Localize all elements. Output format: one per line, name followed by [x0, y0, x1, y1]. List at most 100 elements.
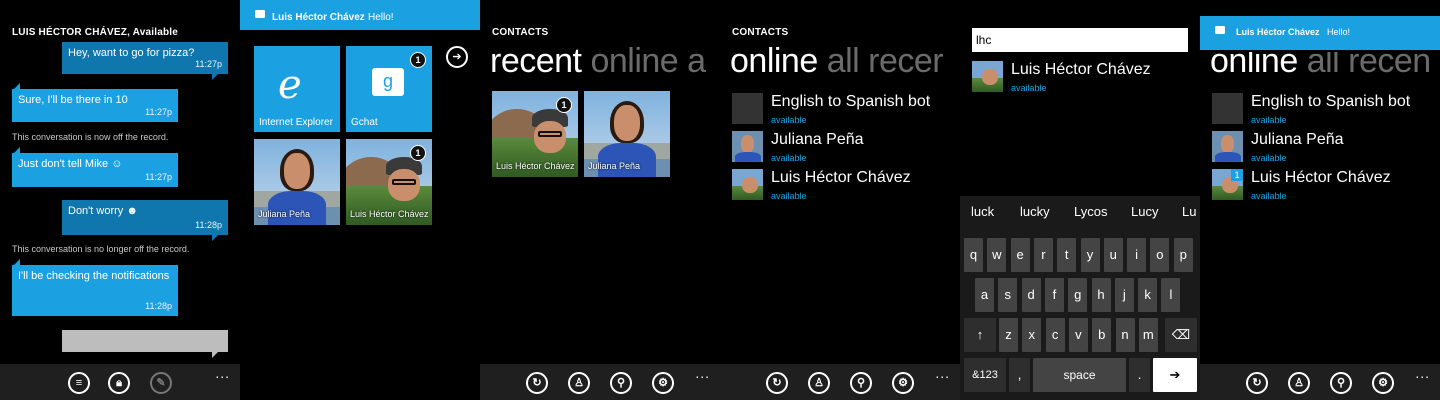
contact-item[interactable]: 1 Luis Héctor Chávez available — [1212, 169, 1440, 203]
key-o[interactable]: o — [1150, 238, 1170, 272]
enter-key[interactable]: ➔ — [1153, 358, 1197, 392]
search-icon[interactable]: ⚲ — [850, 372, 872, 394]
avatar — [1212, 131, 1243, 162]
suggestion[interactable]: Lycos — [1074, 204, 1107, 219]
lock-icon[interactable]: 🔒︎ — [108, 372, 130, 394]
key-z[interactable]: z — [999, 318, 1018, 352]
suggestion[interactable]: luck — [971, 204, 994, 219]
recent-tile-juliana[interactable]: Juliana Peña — [584, 91, 670, 177]
app-bar: ≡ 🔒︎ ✎ ... — [0, 364, 240, 400]
tile-luis-hector-chavez[interactable]: 1 Luis Héctor Chávez — [346, 139, 432, 225]
toast-sender: Luis Héctor Chávez — [1236, 27, 1320, 37]
gchat-icon: g — [372, 68, 404, 96]
contact-name: Luis Héctor Chávez — [1011, 61, 1151, 78]
refresh-icon[interactable]: ↻ — [766, 372, 788, 394]
settings-icon[interactable]: ⚙ — [1372, 372, 1394, 394]
contact-item[interactable]: English to Spanish bot available — [1212, 93, 1440, 127]
avatar — [732, 131, 763, 162]
contact-name: English to Spanish bot — [771, 93, 931, 110]
tile-juliana-pena[interactable]: Juliana Peña — [254, 139, 340, 225]
key-e[interactable]: e — [1010, 238, 1030, 272]
contact-status: available — [771, 153, 807, 163]
key-c[interactable]: c — [1045, 318, 1065, 352]
key-w[interactable]: w — [987, 238, 1007, 272]
period-key[interactable]: . — [1129, 358, 1150, 392]
avatar: 1 — [1212, 169, 1243, 200]
search-input[interactable]: lhc — [972, 28, 1188, 52]
add-contact-icon[interactable]: ♙ — [568, 372, 590, 394]
refresh-icon[interactable]: ↻ — [1246, 372, 1268, 394]
message-input[interactable] — [62, 330, 228, 352]
pivot-header: online all recer — [730, 42, 944, 81]
contact-item[interactable]: Juliana Peña available — [732, 131, 960, 165]
key-m[interactable]: m — [1138, 318, 1158, 352]
pin-icon[interactable]: ✎ — [150, 372, 172, 394]
symbols-key[interactable]: &123 — [964, 358, 1006, 392]
key-l[interactable]: l — [1161, 278, 1181, 312]
key-y[interactable]: y — [1080, 238, 1100, 272]
tile-internet-explorer[interactable]: e Internet Explorer — [254, 46, 340, 132]
key-k[interactable]: k — [1138, 278, 1158, 312]
key-v[interactable]: v — [1068, 318, 1088, 352]
comma-key[interactable]: , — [1009, 358, 1030, 392]
backspace-key[interactable]: ⌫ — [1165, 318, 1197, 352]
tab-all[interactable]: all recer — [827, 42, 944, 80]
key-r[interactable]: r — [1033, 238, 1053, 272]
search-icon[interactable]: ⚲ — [1330, 372, 1352, 394]
key-f[interactable]: f — [1044, 278, 1064, 312]
more-button[interactable]: ... — [1415, 365, 1430, 381]
key-a[interactable]: a — [975, 278, 994, 312]
toast-notification[interactable]: Luis Héctor Chávez Hello! — [240, 0, 480, 30]
key-q[interactable]: q — [964, 238, 983, 272]
more-button[interactable]: ... — [695, 365, 710, 381]
space-key[interactable]: space — [1033, 358, 1126, 392]
recent-tile-luis[interactable]: 1 Luis Héctor Chávez — [492, 91, 578, 177]
toast-message: Hello! — [1327, 27, 1351, 37]
key-n[interactable]: n — [1115, 318, 1135, 352]
suggestion[interactable]: lucky — [1020, 204, 1050, 219]
more-button[interactable]: ... — [215, 365, 230, 381]
toast-notification[interactable]: Luis Héctor Chávez Hello! — [1200, 16, 1440, 50]
key-j[interactable]: j — [1114, 278, 1134, 312]
key-h[interactable]: h — [1091, 278, 1111, 312]
key-u[interactable]: u — [1103, 238, 1123, 272]
contact-item[interactable]: Luis Héctor Chávez available — [732, 169, 960, 203]
app-bar: ↻ ♙ ⚲ ⚙ ... — [720, 364, 960, 400]
key-g[interactable]: g — [1068, 278, 1088, 312]
key-i[interactable]: i — [1127, 238, 1147, 272]
key-b[interactable]: b — [1092, 318, 1112, 352]
key-p[interactable]: p — [1173, 238, 1193, 272]
contact-name: Luis Héctor Chávez — [771, 169, 911, 186]
all-apps-arrow-icon[interactable]: ➔ — [446, 46, 468, 68]
key-x[interactable]: x — [1022, 318, 1042, 352]
tab-online[interactable]: online a — [590, 42, 706, 80]
suggestion[interactable]: Lu — [1182, 204, 1196, 219]
contact-item[interactable]: Luis Héctor Chávez available — [972, 61, 1200, 95]
contact-item[interactable]: English to Spanish bot available — [732, 93, 960, 127]
avatar — [732, 169, 763, 200]
key-t[interactable]: t — [1057, 238, 1077, 272]
tile-gchat[interactable]: g 1 Gchat — [346, 46, 432, 132]
add-contact-icon[interactable]: ♙ — [1288, 372, 1310, 394]
tab-recent[interactable]: recent — [490, 42, 582, 80]
settings-icon[interactable]: ⚙ — [892, 372, 914, 394]
toast-sender: Luis Héctor Chávez — [272, 12, 365, 23]
refresh-icon[interactable]: ↻ — [526, 372, 548, 394]
suggestion[interactable]: Lucy — [1131, 204, 1158, 219]
message-bubble[interactable]: Don't worry ☻ 11:28p — [62, 200, 228, 235]
tab-online[interactable]: online — [730, 42, 818, 80]
key-s[interactable]: s — [998, 278, 1018, 312]
search-icon[interactable]: ⚲ — [610, 372, 632, 394]
contact-item[interactable]: Juliana Peña available — [1212, 131, 1440, 165]
message-bubble[interactable]: I'll be checking the notifications 11:28… — [12, 265, 178, 316]
message-bubble[interactable]: Hey, want to go for pizza? 11:27p — [62, 42, 228, 74]
add-contact-icon[interactable]: ♙ — [808, 372, 830, 394]
message-bubble[interactable]: Just don't tell Mike ☺ 11:27p — [12, 153, 178, 187]
settings-icon[interactable]: ⚙ — [652, 372, 674, 394]
shift-key[interactable]: ↑ — [964, 318, 996, 352]
chat-icon[interactable]: ≡ — [68, 372, 90, 394]
key-d[interactable]: d — [1021, 278, 1041, 312]
message-bubble[interactable]: Sure, I'll be there in 10 11:27p — [12, 89, 178, 122]
unread-count: 1 — [1231, 169, 1243, 181]
more-button[interactable]: ... — [935, 365, 950, 381]
